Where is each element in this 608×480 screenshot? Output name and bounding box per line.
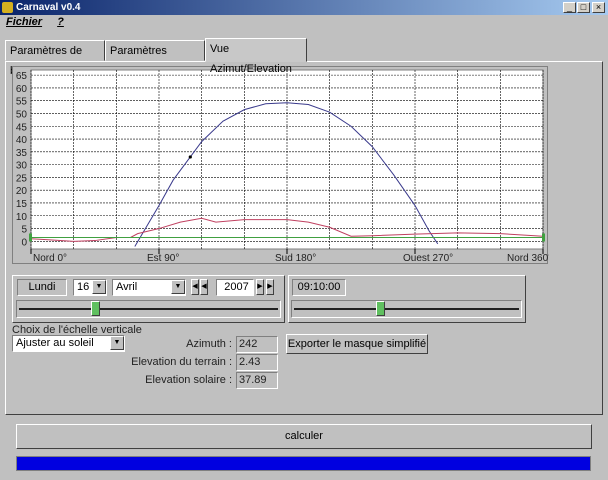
- y-tick-label: 30: [16, 161, 28, 172]
- slider-thumb[interactable]: [375, 301, 385, 316]
- tab-vue-azimut[interactable]: Vue Azimut/Elevation: [205, 38, 307, 75]
- minimize-button[interactable]: _: [563, 2, 576, 13]
- menu-fichier[interactable]: Fichier: [6, 16, 42, 28]
- horizon-handle-right: [542, 233, 545, 242]
- day-value: 16: [77, 281, 90, 293]
- year-field[interactable]: 2007: [216, 279, 254, 296]
- solar-value: 37.89: [236, 372, 278, 389]
- year-last-button[interactable]: ▶: [266, 279, 274, 295]
- x-tick-label: Ouest 270°: [403, 253, 453, 264]
- calculer-button[interactable]: calculer: [16, 424, 592, 449]
- azimuth-elevation-chart: 05 10 15 20 2530 35 40 45 5055 60 65 Nord 0° Est 90°…: [16, 69, 552, 264]
- tab-parametres-base[interactable]: Paramètres de base: [5, 40, 105, 77]
- terrain-value: 2.43: [236, 354, 278, 371]
- slider-track: [294, 308, 519, 310]
- close-button[interactable]: ×: [592, 2, 605, 13]
- export-button[interactable]: Exporter le masque simplifié: [286, 334, 428, 354]
- year-first-button[interactable]: ◀: [191, 279, 199, 295]
- y-tick-label: 45: [16, 122, 28, 133]
- menu-bar: Fichier ?: [6, 16, 76, 30]
- year-next-button[interactable]: ▶: [256, 279, 264, 295]
- y-tick-label: 0: [21, 237, 27, 248]
- solar-label: Elevation solaire :: [145, 374, 232, 386]
- year-value: 2007: [224, 281, 249, 293]
- x-tick-label: Est 90°: [147, 253, 179, 264]
- y-tick-label: 40: [16, 135, 28, 146]
- window-title: Carnaval v0.4: [16, 2, 81, 13]
- scale-value: Ajuster au soleil: [16, 337, 94, 349]
- progress-fill: [17, 457, 590, 470]
- y-tick-label: 10: [16, 212, 28, 223]
- day-name: Lundi: [17, 279, 67, 296]
- year-prev-button[interactable]: ◀: [200, 279, 208, 295]
- menu-help[interactable]: ?: [57, 16, 64, 28]
- day-slider[interactable]: [16, 300, 281, 318]
- month-value: Avril: [116, 281, 138, 293]
- y-tick-label: 35: [16, 148, 28, 159]
- app-icon: [2, 2, 13, 13]
- time-slider[interactable]: [291, 300, 522, 318]
- y-tick-label: 55: [16, 97, 28, 108]
- chevron-down-icon[interactable]: ▼: [92, 280, 106, 294]
- scale-select[interactable]: Ajuster au soleil: [12, 335, 125, 352]
- y-tick-label: 15: [16, 199, 28, 210]
- azimuth-label: Azimuth :: [186, 338, 232, 350]
- y-tick-label: 25: [16, 173, 28, 184]
- slider-thumb[interactable]: [90, 301, 100, 316]
- x-tick-label: Nord 360°: [507, 253, 549, 264]
- chart-container: 0 5 10 15 20 25 30 35 40 45 50 55 60 65 Nord 0° Est 90°…: [12, 66, 552, 264]
- y-tick-label: 65: [16, 71, 28, 82]
- plot-area: [30, 69, 544, 250]
- y-tick-label: 5: [21, 225, 27, 236]
- slider-track: [19, 308, 278, 310]
- chevron-down-icon[interactable]: ▼: [171, 280, 185, 294]
- x-tick-label: Sud 180°: [275, 253, 316, 264]
- y-tick-label: 60: [16, 84, 28, 95]
- tab-parametres-avances[interactable]: Paramètres avancés: [105, 40, 205, 77]
- x-tick-label: Nord 0°: [33, 253, 67, 264]
- title-bar: Carnaval v0.4: [0, 0, 608, 15]
- horizon-handle-left: [29, 233, 32, 242]
- time-value: 09:10:00: [292, 279, 346, 296]
- maximize-button[interactable]: □: [577, 2, 590, 13]
- sun-position-marker: [188, 155, 192, 159]
- terrain-label: Elevation du terrain :: [131, 356, 232, 368]
- progress-bar: [16, 456, 591, 471]
- azimuth-value: 242: [236, 336, 278, 353]
- y-tick-label: 50: [16, 109, 28, 120]
- y-tick-label: 20: [16, 186, 28, 197]
